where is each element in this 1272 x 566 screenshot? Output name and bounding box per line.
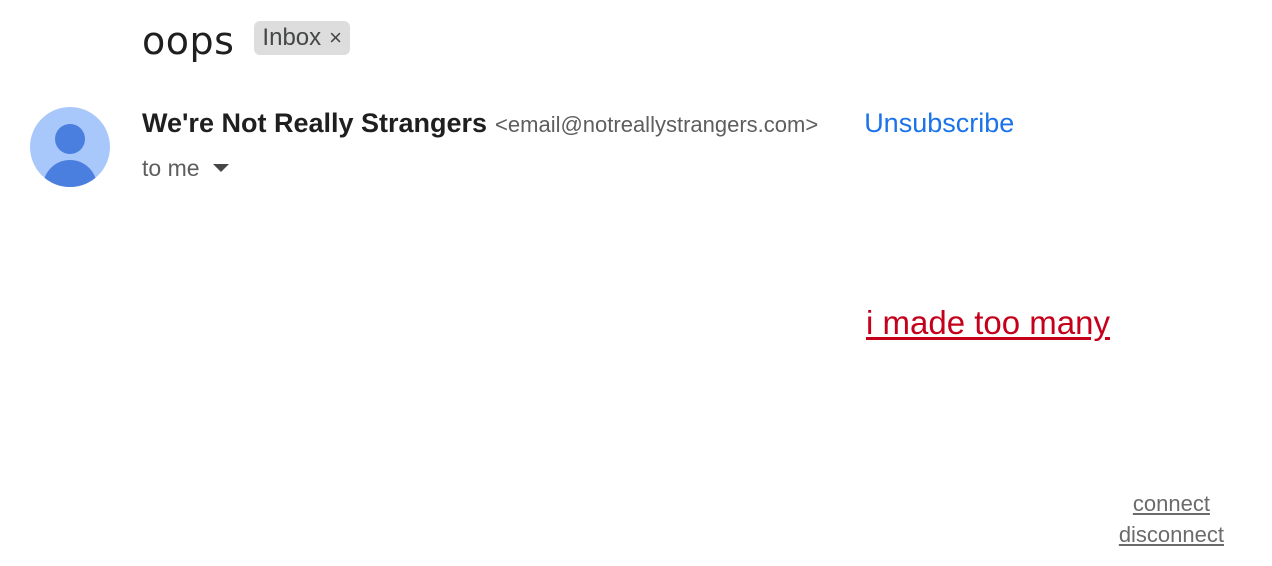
remove-label-icon[interactable]: × <box>329 21 342 55</box>
email-subject: oops <box>142 19 235 63</box>
recipient-text: to me <box>142 154 200 181</box>
default-person-icon <box>43 124 97 187</box>
email-view: oops Inbox × We're Not Really Strangers … <box>0 0 1272 566</box>
sender-name[interactable]: We're Not Really Strangers <box>142 108 487 139</box>
unsubscribe-link[interactable]: Unsubscribe <box>864 108 1014 139</box>
subject-row: oops Inbox × <box>142 16 350 66</box>
sender-email: <email@notreallystrangers.com> <box>495 112 819 137</box>
inbox-label-chip[interactable]: Inbox × <box>254 21 350 55</box>
disconnect-link[interactable]: disconnect <box>1119 519 1224 550</box>
label-chip-text: Inbox <box>262 24 322 51</box>
email-body-link[interactable]: i made too many <box>866 304 1110 342</box>
show-details-dropdown-icon[interactable] <box>212 164 229 172</box>
sender-avatar[interactable] <box>30 107 110 187</box>
recipient-row: to me <box>142 153 229 183</box>
sender-row: We're Not Really Strangers <email@notrea… <box>142 108 1014 148</box>
footer-links: connect disconnect <box>1119 488 1224 550</box>
connect-link[interactable]: connect <box>1119 488 1224 519</box>
